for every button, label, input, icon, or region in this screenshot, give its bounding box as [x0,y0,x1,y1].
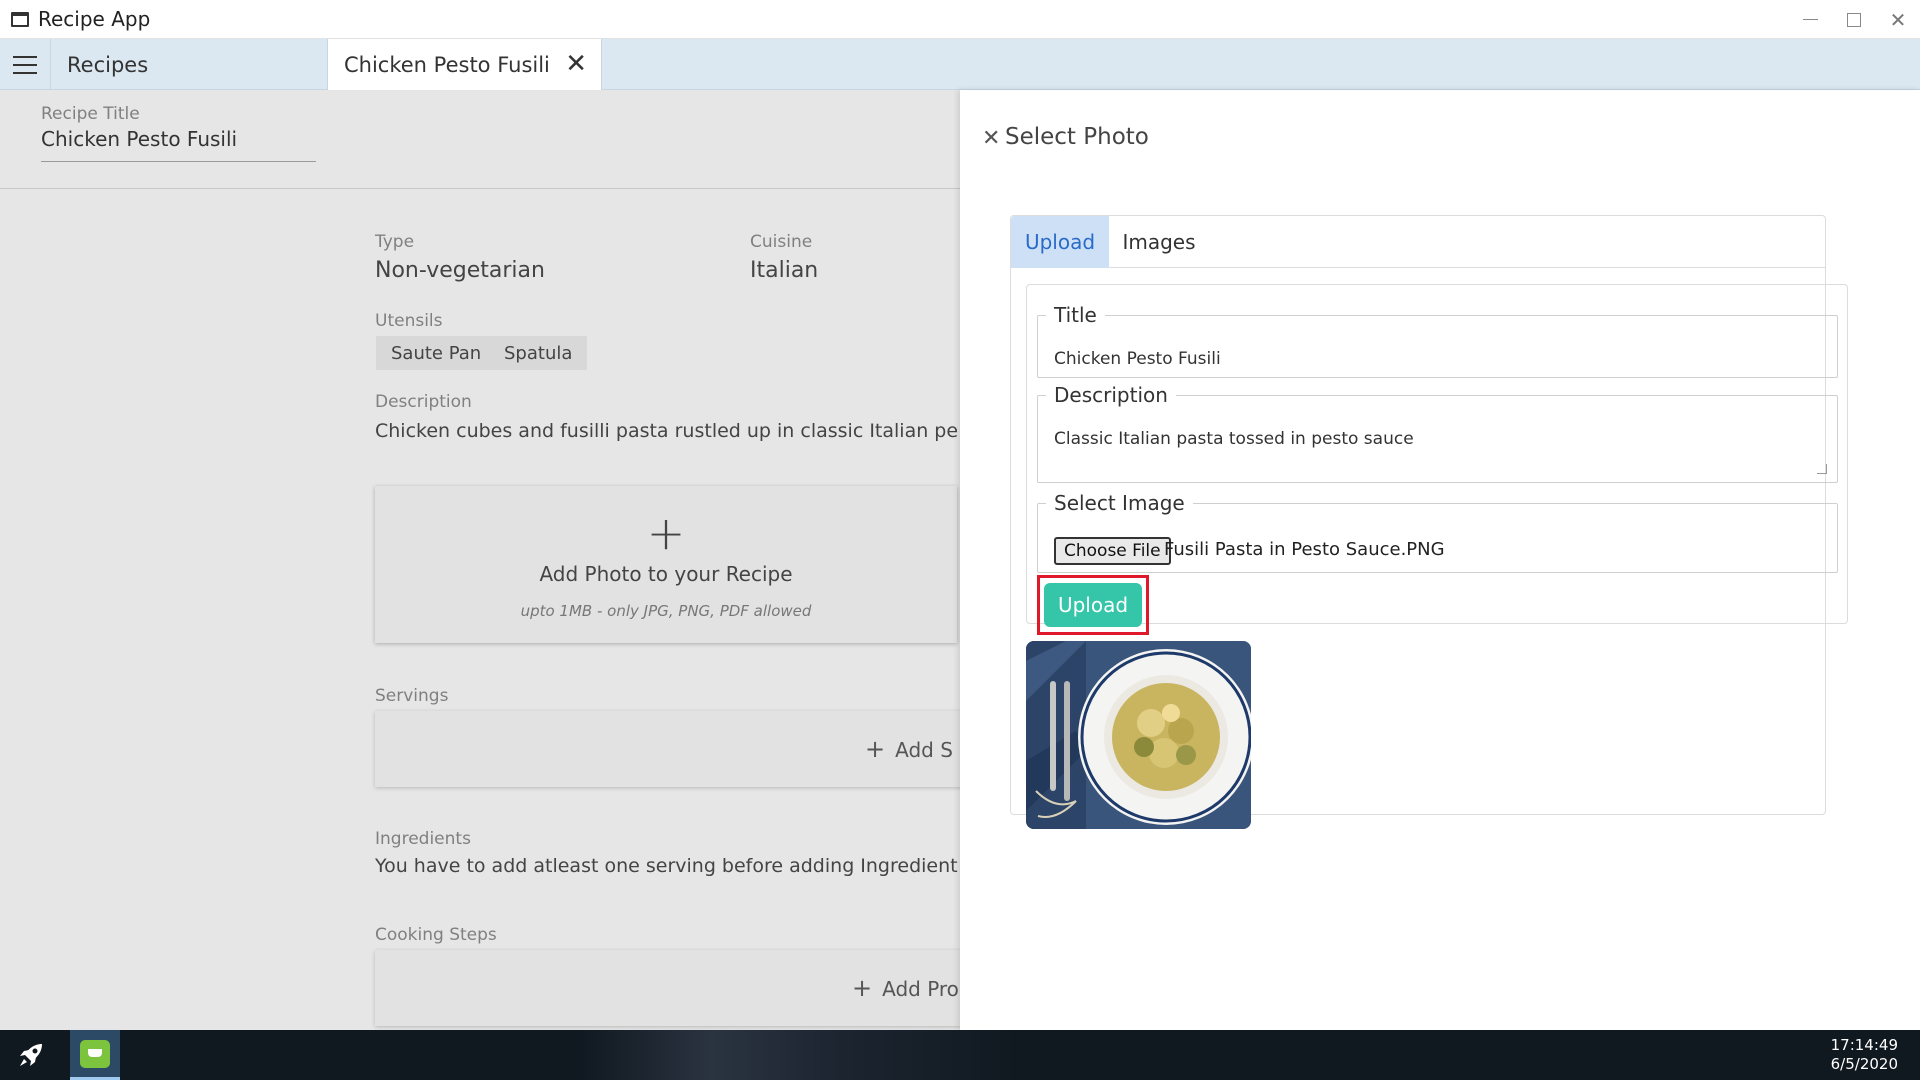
app-tab-bar: Recipes Chicken Pesto Fusili ✕ [0,39,1920,91]
add-photo-card[interactable]: + Add Photo to your Recipe upto 1MB - on… [375,486,957,643]
type-value: Non-vegetarian [375,258,545,283]
title-field: Title Chicken Pesto Fusili [1037,303,1838,378]
wallpaper-strip [580,1030,1020,1080]
upload-button[interactable]: Upload [1044,583,1142,627]
tab-recipes[interactable]: Recipes [51,39,327,90]
close-panel-icon[interactable]: ✕ [982,126,1000,151]
type-label: Type [375,232,415,252]
add-serving-label: Add S [895,738,953,762]
window-titlebar: Recipe App ✕ [0,0,1920,39]
minimize-button[interactable] [1788,0,1832,39]
hamburger-menu-icon[interactable] [0,39,51,90]
add-step-button[interactable]: + Add Pro [852,974,959,1002]
close-icon: ✕ [1889,7,1907,32]
tab-chicken-pesto-fusili[interactable]: Chicken Pesto Fusili ✕ [327,39,602,91]
tab-upload[interactable]: Upload [1011,216,1109,268]
add-serving-button[interactable]: + Add S [865,735,953,763]
cooking-steps-card: + Add Pro [375,950,960,1026]
photo-tabs-container: Upload Images Title Chicken Pesto Fusili… [1010,215,1848,829]
close-window-button[interactable]: ✕ [1876,0,1920,39]
photo-preview-image [1026,641,1251,829]
photo-tabs: Upload Images [1011,216,1825,268]
title-input[interactable]: Chicken Pesto Fusili [1054,349,1221,369]
ingredients-label: Ingredients [375,829,471,849]
cuisine-label: Cuisine [750,232,813,252]
recipe-title-label: Recipe Title [41,104,140,124]
taskbar: 17:14:49 6/5/2020 [0,1030,1920,1080]
selected-file-name: Fusili Pasta in Pesto Sauce.PNG [1164,539,1445,560]
servings-label: Servings [375,686,449,706]
description-label: Description [375,392,472,412]
rocket-icon[interactable] [10,1036,52,1074]
plus-icon: + [646,506,686,560]
panel-title: Select Photo [1005,124,1149,150]
description-legend: Description [1054,383,1168,407]
recipe-title-underline [41,161,316,162]
choose-file-button[interactable]: Choose File [1054,537,1171,565]
description-text: Chicken cubes and fusilli pasta rustled … [375,420,959,442]
window-controls: ✕ [1788,0,1920,39]
clock-time: 17:14:49 [1830,1036,1898,1054]
tab-label: Chicken Pesto Fusili [344,53,550,77]
utensil-chip: Saute Pan [376,336,497,370]
recipe-details: Recipe Title Chicken Pesto Fusili Type N… [0,90,960,1030]
utensil-chip: Spatula [489,336,588,370]
plus-icon: + [865,735,886,763]
servings-card: + Add S [375,711,960,787]
upload-button-highlight: Upload [1037,575,1149,635]
clock-date: 6/5/2020 [1830,1055,1898,1073]
cuisine-value: Italian [750,258,819,283]
maximize-button[interactable] [1832,0,1876,39]
window-icon [11,11,29,27]
recipe-app-icon [80,1039,110,1068]
recipe-app-taskbar-button[interactable] [70,1030,120,1080]
add-photo-label: Add Photo to your Recipe [539,562,793,586]
upload-form: Title Chicken Pesto Fusili Description C… [1026,284,1848,635]
plus-icon: + [852,974,873,1002]
recipe-title-input[interactable]: Chicken Pesto Fusili [41,127,237,151]
resize-handle-icon[interactable] [1817,464,1827,474]
divider [0,188,960,189]
title-legend: Title [1054,303,1097,327]
description-textarea[interactable]: Classic Italian pasta tossed in pesto sa… [1054,429,1414,449]
ingredients-message: You have to add atleast one serving befo… [375,855,958,877]
close-tab-icon[interactable]: ✕ [565,51,587,77]
tab-images[interactable]: Images [1109,216,1209,268]
select-image-legend: Select Image [1054,491,1185,515]
select-image-field: Select Image Choose File Fusili Pasta in… [1037,491,1838,573]
cooking-steps-label: Cooking Steps [375,925,497,945]
window-title: Recipe App [38,7,151,31]
minimize-icon [1802,19,1818,20]
maximize-icon [1847,12,1861,27]
description-field: Description Classic Italian pasta tossed… [1037,383,1838,483]
select-photo-panel: ✕ Select Photo Upload Images Title Chick… [960,90,1920,1030]
system-clock[interactable]: 17:14:49 6/5/2020 [1831,1036,1898,1074]
utensils-label: Utensils [375,311,443,331]
add-step-label: Add Pro [882,977,959,1001]
add-photo-hint: upto 1MB - only JPG, PNG, PDF allowed [520,602,812,620]
